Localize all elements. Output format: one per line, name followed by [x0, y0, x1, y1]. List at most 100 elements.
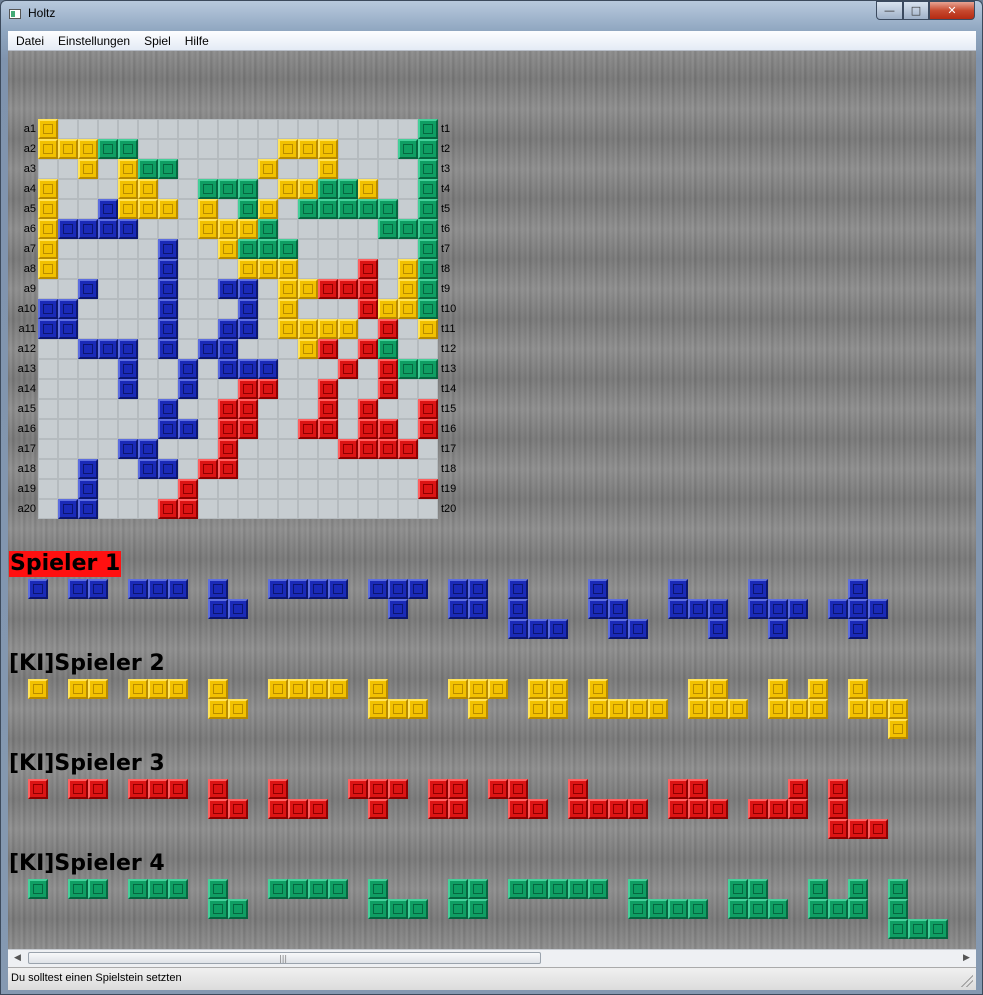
- board-cell[interactable]: [38, 279, 58, 299]
- board-cell[interactable]: [118, 399, 138, 419]
- board-cell[interactable]: [138, 299, 158, 319]
- board-cell[interactable]: [318, 459, 338, 479]
- board-cell[interactable]: [58, 179, 78, 199]
- board-cell[interactable]: [178, 159, 198, 179]
- board-cell[interactable]: [178, 239, 198, 259]
- board-cell[interactable]: [138, 479, 158, 499]
- board-cell[interactable]: [98, 239, 118, 259]
- board-cell[interactable]: [178, 199, 198, 219]
- close-button[interactable]: ✕: [929, 1, 975, 20]
- board-cell[interactable]: [198, 479, 218, 499]
- board-cell[interactable]: [38, 439, 58, 459]
- board-cell[interactable]: [58, 419, 78, 439]
- board-cell[interactable]: [198, 259, 218, 279]
- board-cell[interactable]: [278, 359, 298, 379]
- board-cell[interactable]: [338, 159, 358, 179]
- board-cell[interactable]: [258, 139, 278, 159]
- board-cell[interactable]: [318, 239, 338, 259]
- board-cell[interactable]: [238, 339, 258, 359]
- board-cell[interactable]: [58, 119, 78, 139]
- board-cell[interactable]: [178, 399, 198, 419]
- scroll-right-arrow-icon[interactable]: ▶: [959, 952, 974, 965]
- board-cell[interactable]: [38, 499, 58, 519]
- board-cell[interactable]: [138, 419, 158, 439]
- board-cell[interactable]: [258, 339, 278, 359]
- board-cell[interactable]: [358, 319, 378, 339]
- board-cell[interactable]: [118, 259, 138, 279]
- board-cell[interactable]: [338, 459, 358, 479]
- board-cell[interactable]: [138, 119, 158, 139]
- board-cell[interactable]: [378, 139, 398, 159]
- board-cell[interactable]: [298, 459, 318, 479]
- board-cell[interactable]: [378, 479, 398, 499]
- board-cell[interactable]: [158, 179, 178, 199]
- board-cell[interactable]: [218, 299, 238, 319]
- board-cell[interactable]: [398, 239, 418, 259]
- board-cell[interactable]: [58, 159, 78, 179]
- board-cell[interactable]: [78, 199, 98, 219]
- board-cell[interactable]: [298, 439, 318, 459]
- board-cell[interactable]: [58, 459, 78, 479]
- board-cell[interactable]: [338, 239, 358, 259]
- board-cell[interactable]: [98, 399, 118, 419]
- board-cell[interactable]: [118, 279, 138, 299]
- board-cell[interactable]: [418, 439, 438, 459]
- board-cell[interactable]: [178, 319, 198, 339]
- board-cell[interactable]: [338, 379, 358, 399]
- board-cell[interactable]: [198, 399, 218, 419]
- board-cell[interactable]: [78, 379, 98, 399]
- board-cell[interactable]: [138, 219, 158, 239]
- board-cell[interactable]: [238, 159, 258, 179]
- board-cell[interactable]: [258, 419, 278, 439]
- board-cell[interactable]: [78, 399, 98, 419]
- board-cell[interactable]: [278, 339, 298, 359]
- board-cell[interactable]: [38, 379, 58, 399]
- board-cell[interactable]: [338, 139, 358, 159]
- board-cell[interactable]: [98, 319, 118, 339]
- board-cell[interactable]: [298, 499, 318, 519]
- board-cell[interactable]: [158, 379, 178, 399]
- board-cell[interactable]: [278, 399, 298, 419]
- board-cell[interactable]: [238, 479, 258, 499]
- board-cell[interactable]: [298, 219, 318, 239]
- board-cell[interactable]: [258, 459, 278, 479]
- board-cell[interactable]: [38, 359, 58, 379]
- board-cell[interactable]: [198, 359, 218, 379]
- board-cell[interactable]: [38, 399, 58, 419]
- board-cell[interactable]: [218, 119, 238, 139]
- board-cell[interactable]: [358, 239, 378, 259]
- board-cell[interactable]: [138, 239, 158, 259]
- board-cell[interactable]: [158, 479, 178, 499]
- board-cell[interactable]: [358, 159, 378, 179]
- board-cell[interactable]: [258, 499, 278, 519]
- board-cell[interactable]: [398, 459, 418, 479]
- board-cell[interactable]: [398, 479, 418, 499]
- board-cell[interactable]: [418, 339, 438, 359]
- board-cell[interactable]: [158, 439, 178, 459]
- board-cell[interactable]: [198, 239, 218, 259]
- menu-einstellungen[interactable]: Einstellungen: [51, 34, 137, 48]
- board-cell[interactable]: [58, 279, 78, 299]
- board-cell[interactable]: [78, 299, 98, 319]
- board-cell[interactable]: [258, 399, 278, 419]
- board-cell[interactable]: [278, 439, 298, 459]
- board-cell[interactable]: [418, 499, 438, 519]
- board-cell[interactable]: [158, 139, 178, 159]
- board-cell[interactable]: [138, 139, 158, 159]
- board-cell[interactable]: [98, 359, 118, 379]
- board-cell[interactable]: [398, 339, 418, 359]
- board-cell[interactable]: [98, 159, 118, 179]
- board-cell[interactable]: [98, 299, 118, 319]
- board-cell[interactable]: [258, 439, 278, 459]
- board-cell[interactable]: [318, 259, 338, 279]
- board-cell[interactable]: [278, 499, 298, 519]
- board-cell[interactable]: [298, 119, 318, 139]
- board-cell[interactable]: [278, 159, 298, 179]
- board-cell[interactable]: [358, 459, 378, 479]
- board-cell[interactable]: [218, 139, 238, 159]
- board-cell[interactable]: [378, 459, 398, 479]
- board-cell[interactable]: [138, 279, 158, 299]
- board-cell[interactable]: [258, 119, 278, 139]
- board-cell[interactable]: [398, 379, 418, 399]
- board-cell[interactable]: [98, 419, 118, 439]
